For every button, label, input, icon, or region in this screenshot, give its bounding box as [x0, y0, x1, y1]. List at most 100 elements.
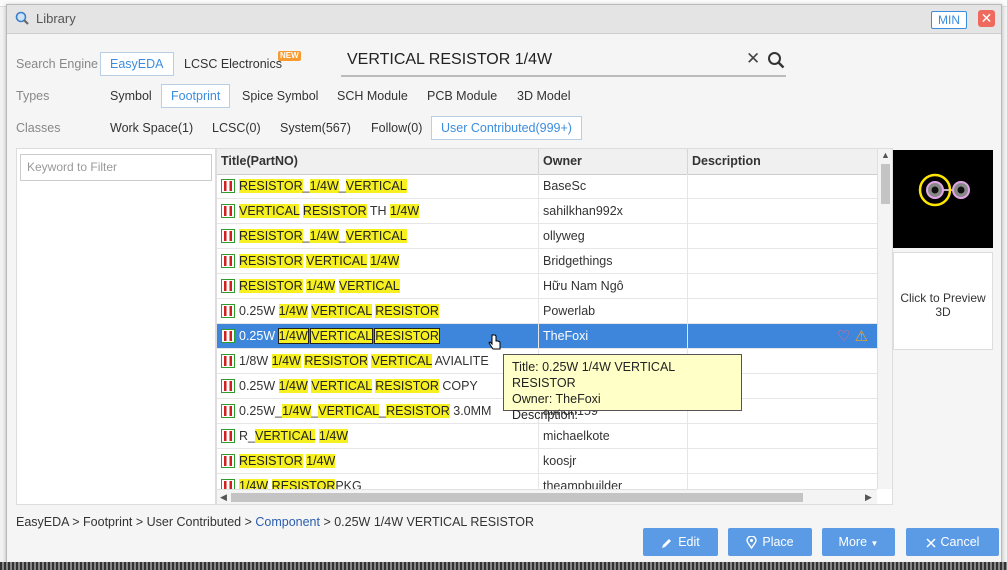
place-button[interactable]: Place [728, 528, 812, 556]
tooltip-title: Title: 0.25W 1/4W VERTICAL RESISTOR [512, 360, 675, 390]
cell-description [688, 224, 877, 248]
background-ruler [0, 562, 1007, 570]
cell-owner: michaelkote [539, 424, 688, 448]
cancel-button[interactable]: Cancel [906, 528, 999, 556]
cell-owner: koosjr [539, 449, 688, 473]
footprint-icon [221, 279, 235, 293]
search-input[interactable]: VERTICAL RESISTOR 1/4W ✕ [341, 47, 786, 77]
cell-title: RESISTOR_1/4W_VERTICAL [217, 174, 539, 198]
breadcrumb: EasyEDA > Footprint > User Contributed >… [16, 515, 534, 529]
hand-cursor-icon [488, 334, 501, 350]
cell-description [688, 274, 877, 298]
table-row[interactable]: 0.25W 1/4W VERTICAL RESISTOR Powerlab [217, 299, 877, 324]
search-match: VERTICAL [345, 229, 407, 243]
minimize-button[interactable]: MIN [931, 11, 967, 29]
engine-lcsc[interactable]: LCSC Electronics [175, 52, 291, 76]
table-row[interactable]: RESISTOR_1/4W_VERTICAL BaseSc [217, 174, 877, 199]
footprint-icon [221, 404, 235, 418]
type-3d-model[interactable]: 3D Model [508, 84, 580, 108]
footprint-icon [221, 304, 235, 318]
table-row[interactable]: R_VERTICAL 1/4W michaelkote [217, 424, 877, 449]
type-sch-module[interactable]: SCH Module [328, 84, 417, 108]
scroll-left-icon[interactable]: ◀ [220, 492, 227, 503]
search-match: RESISTOR [375, 379, 439, 393]
table-row[interactable]: VERTICAL RESISTOR TH 1/4W sahilkhan992x [217, 199, 877, 224]
search-match: RESISTOR [239, 279, 303, 293]
class-system[interactable]: System(567) [271, 116, 360, 140]
table-row[interactable]: RESISTOR_1/4W_VERTICAL ollyweg [217, 224, 877, 249]
search-match: VERTICAL [310, 328, 373, 344]
classes-label: Classes [16, 121, 61, 135]
search-query[interactable]: VERTICAL RESISTOR 1/4W [347, 51, 552, 69]
scroll-right-icon[interactable]: ▶ [865, 492, 872, 503]
search-match: 1/4W [309, 179, 339, 193]
warning-icon[interactable]: ⚠ [855, 328, 868, 345]
edit-button[interactable]: Edit [643, 528, 718, 556]
table-header: Title(PartNO) Owner Description [217, 149, 877, 175]
search-match: 1/4W [282, 404, 312, 418]
cell-description [688, 449, 877, 473]
search-match: 1/4W [278, 379, 308, 393]
horizontal-scrollbar[interactable]: ◀ ▶ [217, 489, 877, 504]
cell-owner: Hữu Nam Ngô [539, 274, 688, 298]
horizontal-scroll-thumb[interactable] [231, 493, 803, 502]
search-match: VERTICAL [239, 204, 300, 218]
scroll-up-icon[interactable]: ▲ [881, 150, 890, 160]
footprint-icon [221, 379, 235, 393]
vertical-scroll-thumb[interactable] [881, 164, 890, 204]
class-user-contributed[interactable]: User Contributed(999+) [431, 116, 582, 140]
footprint-icon [221, 254, 235, 268]
breadcrumb-current: > 0.25W 1/4W VERTICAL RESISTOR [319, 515, 535, 529]
engine-easyeda[interactable]: EasyEDA [100, 52, 174, 76]
location-pin-icon [746, 535, 758, 550]
keyword-filter-input[interactable]: Keyword to Filter [20, 154, 212, 181]
search-match: RESISTOR [239, 179, 303, 193]
type-symbol[interactable]: Symbol [101, 84, 161, 108]
cell-description [688, 424, 877, 448]
class-lcsc[interactable]: LCSC(0) [203, 116, 270, 140]
search-match: RESISTOR [239, 454, 303, 468]
place-button-label: Place [762, 535, 794, 549]
column-owner[interactable]: Owner [539, 149, 688, 174]
title-bar[interactable]: Library MIN ✕ [7, 5, 1001, 34]
filter-panel: Keyword to Filter [16, 148, 216, 505]
search-match: VERTICAL [311, 379, 372, 393]
class-follow[interactable]: Follow(0) [362, 116, 431, 140]
search-match: 1/4W [271, 354, 301, 368]
search-match: 1/4W [318, 429, 349, 443]
footprint-icon [221, 204, 235, 218]
column-title[interactable]: Title(PartNO) [217, 149, 539, 174]
table-row[interactable]: RESISTOR VERTICAL 1/4W Bridgethings [217, 249, 877, 274]
table-row[interactable]: 0.25W 1/4W VERTICAL RESISTOR TheFoxi ♡ ⚠ [217, 324, 877, 349]
cell-owner: ollyweg [539, 224, 688, 248]
types-label: Types [16, 89, 50, 103]
type-pcb-module[interactable]: PCB Module [418, 84, 506, 108]
cell-title: R_VERTICAL 1/4W [217, 424, 539, 448]
cell-title: 0.25W 1/4W VERTICAL RESISTOR COPY [217, 374, 539, 398]
vertical-scrollbar[interactable]: ▲ [877, 149, 892, 489]
search-match: 1/4W [306, 279, 336, 293]
clear-icon[interactable]: ✕ [746, 49, 760, 69]
results-table: Title(PartNO) Owner Description RESISTOR… [216, 148, 893, 505]
more-button[interactable]: More ▼ [822, 528, 895, 556]
more-button-label: More [838, 535, 868, 549]
column-description[interactable]: Description [688, 149, 877, 174]
search-match: VERTICAL [338, 279, 400, 293]
table-row[interactable]: RESISTOR 1/4W VERTICAL Hữu Nam Ngô [217, 274, 877, 299]
library-dialog: Library MIN ✕ Search Engine EasyEDA LCSC… [6, 4, 1002, 564]
close-button[interactable]: ✕ [978, 10, 995, 27]
heart-icon[interactable]: ♡ [837, 328, 850, 345]
class-work-space[interactable]: Work Space(1) [101, 116, 202, 140]
footprint-preview[interactable] [893, 150, 993, 248]
type-footprint[interactable]: Footprint [161, 84, 231, 108]
table-row[interactable]: RESISTOR 1/4W koosjr [217, 449, 877, 474]
type-spice-symbol[interactable]: Spice Symbol [233, 84, 327, 108]
breadcrumb-link-component[interactable]: Component [255, 515, 320, 529]
search-submit-icon[interactable] [767, 51, 785, 69]
row-tooltip: Title: 0.25W 1/4W VERTICAL RESISTOR Owne… [503, 354, 742, 422]
search-match: VERTICAL [318, 404, 380, 418]
preview-3d-button[interactable]: Click to Preview 3D [893, 252, 993, 350]
dialog-title: Library [36, 11, 76, 26]
search-match: 1/4W [278, 304, 308, 318]
footprint-icon [221, 179, 235, 193]
